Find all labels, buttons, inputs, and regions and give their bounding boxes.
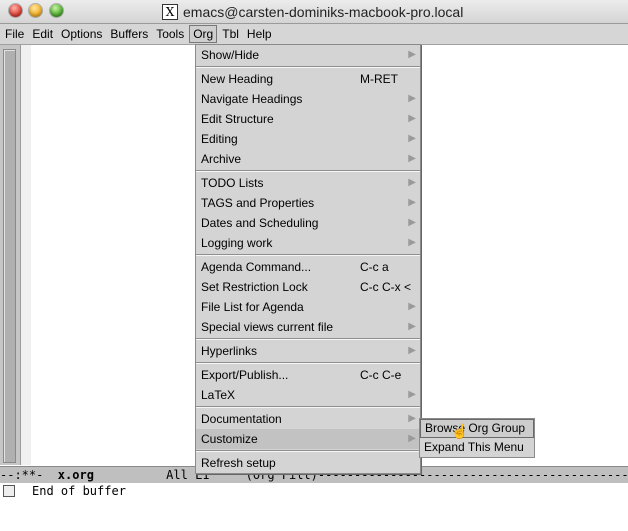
submenu-item-expand-this-menu[interactable]: Expand This Menu — [420, 438, 534, 457]
menu-item-edit-structure[interactable]: Edit Structure ▶ — [196, 109, 420, 129]
shortcut-label: C-c C-x < — [360, 280, 411, 294]
menu-item-tags-properties[interactable]: TAGS and Properties ▶ — [196, 193, 420, 213]
menu-bar: File Edit Options Buffers Tools Org Tbl … — [0, 24, 628, 45]
submenu-arrow-icon: ▶ — [408, 153, 416, 164]
item-label: Documentation — [201, 412, 282, 426]
submenu-arrow-icon: ▶ — [408, 237, 416, 248]
menu-org[interactable]: Org — [189, 25, 218, 43]
menu-separator — [196, 254, 420, 256]
modeline-status: --:**- — [0, 468, 58, 482]
menu-separator — [196, 450, 420, 452]
submenu-arrow-icon: ▶ — [408, 197, 416, 208]
menu-item-export-publish[interactable]: Export/Publish... C-c C-e — [196, 365, 420, 385]
minibuffer[interactable]: End of buffer — [0, 483, 628, 500]
menu-separator — [196, 66, 420, 68]
customize-submenu: Browse Org Group Expand This Menu — [419, 418, 535, 458]
mouse-pointer-icon: ☝ — [451, 423, 469, 439]
menu-item-refresh-setup[interactable]: Refresh setup — [196, 453, 420, 473]
submenu-arrow-icon: ▶ — [408, 113, 416, 124]
item-label: TODO Lists — [201, 176, 264, 190]
menu-item-special-views[interactable]: Special views current file ▶ — [196, 317, 420, 337]
menu-separator — [196, 170, 420, 172]
menu-item-show-hide[interactable]: Show/Hide ▶ — [196, 45, 420, 65]
menu-tools[interactable]: Tools — [153, 25, 187, 43]
item-label: Special views current file — [201, 320, 334, 334]
menu-item-documentation[interactable]: Documentation ▶ — [196, 409, 420, 429]
submenu-arrow-icon: ▶ — [408, 217, 416, 228]
minibuffer-message: End of buffer — [32, 484, 126, 498]
item-label: Refresh setup — [201, 456, 276, 470]
menu-edit[interactable]: Edit — [29, 25, 56, 43]
item-label: File List for Agenda — [201, 300, 304, 314]
submenu-arrow-icon: ▶ — [408, 133, 416, 144]
menu-item-editing[interactable]: Editing ▶ — [196, 129, 420, 149]
item-label: New Heading — [201, 72, 274, 86]
item-label: Dates and Scheduling — [201, 216, 319, 230]
zoom-window-button[interactable] — [50, 4, 63, 17]
menu-buffers[interactable]: Buffers — [107, 25, 151, 43]
menu-item-customize[interactable]: Customize ▶ — [196, 429, 420, 449]
item-label: Hyperlinks — [201, 344, 258, 358]
menu-item-archive[interactable]: Archive ▶ — [196, 149, 420, 169]
item-label: Edit Structure — [201, 112, 274, 126]
menu-separator — [196, 338, 420, 340]
menu-options[interactable]: Options — [58, 25, 105, 43]
modeline-buffer-name: x.org — [57, 468, 94, 482]
menu-item-navigate-headings[interactable]: Navigate Headings ▶ — [196, 89, 420, 109]
shortcut-label: C-c C-e — [360, 368, 402, 382]
menu-item-logging-work[interactable]: Logging work ▶ — [196, 233, 420, 253]
left-fringe — [21, 45, 31, 465]
minimize-window-button[interactable] — [29, 4, 42, 17]
menu-tbl[interactable]: Tbl — [219, 25, 242, 43]
scrollbar-thumb[interactable] — [3, 49, 16, 463]
submenu-arrow-icon: ▶ — [408, 345, 416, 356]
submenu-arrow-icon: ▶ — [408, 433, 416, 444]
submenu-arrow-icon: ▶ — [408, 321, 416, 332]
submenu-arrow-icon: ▶ — [408, 93, 416, 104]
minibuffer-checkbox-icon — [3, 485, 15, 497]
item-label: Editing — [201, 132, 238, 146]
shortcut-label: C-c a — [360, 260, 389, 274]
shortcut-label: M-RET — [360, 72, 398, 86]
title-bar: X emacs@carsten-dominiks-macbook-pro.loc… — [0, 0, 628, 24]
vertical-scrollbar[interactable] — [0, 45, 21, 465]
submenu-arrow-icon: ▶ — [408, 177, 416, 188]
window-title-group: X emacs@carsten-dominiks-macbook-pro.loc… — [162, 3, 463, 20]
menu-item-dates-scheduling[interactable]: Dates and Scheduling ▶ — [196, 213, 420, 233]
org-dropdown-menu: Show/Hide ▶ New Heading M-RET Navigate Hea… — [195, 44, 421, 474]
item-label: LaTeX — [201, 388, 236, 402]
item-label: Set Restriction Lock — [201, 280, 308, 294]
submenu-arrow-icon: ▶ — [408, 389, 416, 400]
submenu-arrow-icon: ▶ — [408, 49, 416, 60]
menu-item-agenda-command[interactable]: Agenda Command... C-c a — [196, 257, 420, 277]
menu-help[interactable]: Help — [244, 25, 275, 43]
item-label: Archive — [201, 152, 242, 166]
menu-item-file-list-agenda[interactable]: File List for Agenda ▶ — [196, 297, 420, 317]
menu-item-set-restriction-lock[interactable]: Set Restriction Lock C-c C-x < — [196, 277, 420, 297]
item-label: TAGS and Properties — [201, 196, 315, 210]
menu-item-todo-lists[interactable]: TODO Lists ▶ — [196, 173, 420, 193]
close-window-button[interactable] — [9, 4, 22, 17]
menu-item-hyperlinks[interactable]: Hyperlinks ▶ — [196, 341, 420, 361]
menu-separator — [196, 362, 420, 364]
item-label: Agenda Command... — [201, 260, 312, 274]
item-label: Customize — [201, 432, 258, 446]
item-label: Navigate Headings — [201, 92, 303, 106]
submenu-item-browse-org-group[interactable]: Browse Org Group — [420, 419, 534, 438]
submenu-arrow-icon: ▶ — [408, 413, 416, 424]
menu-separator — [196, 406, 420, 408]
menu-item-latex[interactable]: LaTeX ▶ — [196, 385, 420, 405]
item-label: Logging work — [201, 236, 273, 250]
x11-icon: X — [162, 3, 178, 20]
window-title: emacs@carsten-dominiks-macbook-pro.local — [183, 3, 464, 20]
menu-file[interactable]: File — [2, 25, 27, 43]
item-label: Show/Hide — [201, 48, 260, 62]
menu-item-new-heading[interactable]: New Heading M-RET — [196, 69, 420, 89]
item-label: Export/Publish... — [201, 368, 289, 382]
submenu-arrow-icon: ▶ — [408, 301, 416, 312]
